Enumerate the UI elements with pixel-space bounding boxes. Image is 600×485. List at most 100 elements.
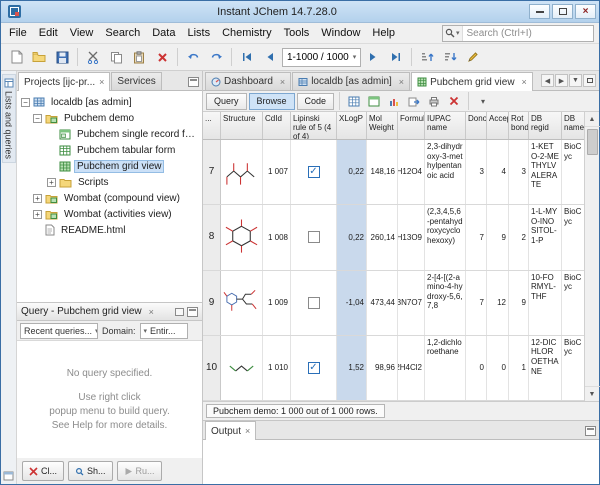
float-panel-icon[interactable] — [175, 308, 184, 316]
save-all-icon[interactable] — [51, 46, 73, 68]
menu-data[interactable]: Data — [146, 24, 181, 42]
tree-item-pubchem-single-record-form[interactable]: Pubchem single record form — [17, 126, 202, 142]
tab-close-icon[interactable]: × — [280, 77, 285, 87]
expand-icon[interactable]: + — [33, 210, 42, 219]
maximize-button[interactable] — [552, 4, 573, 19]
donors-cell[interactable]: 0 — [466, 336, 487, 400]
tree-item-pubchem-demo[interactable]: − Pubchem demo — [17, 110, 202, 126]
minimize-panel-icon[interactable] — [188, 77, 199, 87]
new-file-icon[interactable] — [5, 46, 27, 68]
lipinski-cell[interactable]: ✓ — [291, 336, 337, 400]
db-regid-cell[interactable]: 1-KETO-2-METHYLVALERATE — [529, 140, 562, 204]
menu-search[interactable]: Search — [99, 24, 146, 42]
record-range-dropdown-icon[interactable]: ▾ — [353, 53, 357, 61]
structure-cell[interactable] — [221, 336, 263, 400]
tab-list-dropdown-icon[interactable]: ▼ — [569, 74, 582, 87]
menu-view[interactable]: View — [64, 24, 100, 42]
column-header-rot-bonds[interactable]: Rot bonds — [509, 112, 529, 139]
first-record-icon[interactable] — [236, 46, 258, 68]
expand-icon[interactable]: + — [33, 194, 42, 203]
acceptors-cell[interactable]: 0 — [487, 336, 509, 400]
last-record-icon[interactable] — [385, 46, 407, 68]
tab-pubchem-grid-view[interactable]: Pubchem grid view × — [411, 72, 533, 91]
cut-icon[interactable] — [82, 46, 104, 68]
lipinski-cell[interactable]: ✓ — [291, 140, 337, 204]
db-name-cell[interactable]: BioCyc — [562, 140, 584, 204]
xlogp-cell[interactable]: 0,22 — [337, 205, 367, 269]
column-header-mol-weight[interactable]: Mol Weight — [367, 112, 398, 139]
db-name-cell[interactable]: BioCyc — [562, 336, 584, 400]
tree-item-wombat-activities-view[interactable]: + Wombat (activities view) — [17, 206, 202, 222]
record-range-combobox[interactable]: 1-1000 / 1000 ▾ — [282, 48, 361, 67]
lipinski-cell[interactable] — [291, 271, 337, 335]
column-header-db-name[interactable]: DB name — [562, 112, 584, 139]
tab-close-icon[interactable]: × — [399, 77, 404, 87]
donors-cell[interactable]: 7 — [466, 271, 487, 335]
rot-bonds-cell[interactable]: 2 — [509, 205, 529, 269]
tab-close-icon[interactable]: × — [522, 77, 527, 87]
search-scope-dropdown-icon[interactable]: ▾ — [456, 29, 460, 37]
cdid-cell[interactable]: 1 009 — [263, 271, 291, 335]
acceptors-cell[interactable]: 9 — [487, 205, 509, 269]
tree-item-wombat-compound-view[interactable]: + Wombat (compound view) — [17, 190, 202, 206]
expand-icon[interactable]: + — [47, 178, 56, 187]
mol-weight-cell[interactable]: 260,14 — [367, 205, 398, 269]
iupac-name-cell[interactable]: 2,3-dihydroxy-3-methylpentanoic acid — [425, 140, 466, 204]
db-regid-cell[interactable]: 10-FORMYL-THF — [529, 271, 562, 335]
print-icon[interactable] — [425, 93, 443, 110]
row-number[interactable]: 10 — [203, 336, 221, 400]
tab-projects[interactable]: Projects [ijc-pr... × — [18, 72, 110, 91]
column-header-lipinski[interactable]: Lipinski rule of 5 (4 of 4) — [291, 112, 337, 139]
code-mode-button[interactable]: Code — [297, 93, 335, 110]
close-button[interactable]: × — [575, 4, 596, 19]
iupac-name-cell[interactable]: 2-[4-[(2-amino-4-hydroxy-5,6,7,8 — [425, 271, 466, 335]
vertical-scrollbar[interactable]: ▲ ▼ — [584, 112, 599, 401]
previous-record-icon[interactable] — [259, 46, 281, 68]
export-icon[interactable] — [405, 93, 423, 110]
mol-weight-cell[interactable]: 98,96 — [367, 336, 398, 400]
tab-output[interactable]: Output × — [205, 421, 256, 440]
lipinski-cell[interactable] — [291, 205, 337, 269]
output-console[interactable] — [203, 440, 599, 484]
scroll-down-icon[interactable]: ▼ — [585, 386, 600, 401]
search-icon[interactable]: ▾ — [443, 26, 463, 41]
query-panel-close-icon[interactable]: × — [149, 307, 154, 317]
rot-bonds-cell[interactable]: 9 — [509, 271, 529, 335]
open-project-icon[interactable] — [28, 46, 50, 68]
delete-rows-icon[interactable] — [445, 93, 463, 110]
paste-icon[interactable] — [128, 46, 150, 68]
form-widget-icon[interactable] — [365, 93, 383, 110]
iupac-name-cell[interactable]: 1,2-dichloroethane — [425, 336, 466, 400]
tab-close-icon[interactable]: × — [245, 426, 250, 436]
structure-cell[interactable] — [221, 271, 263, 335]
query-panel-header[interactable]: Query - Pubchem grid view × — [17, 303, 202, 321]
tree-item-pubchem-tabular-form[interactable]: Pubchem tabular form — [17, 142, 202, 158]
quick-search-input[interactable]: ▾ Search (Ctrl+I) — [442, 25, 594, 42]
column-header-formula[interactable]: Formul — [398, 112, 425, 139]
acceptors-cell[interactable]: 4 — [487, 140, 509, 204]
menu-lists[interactable]: Lists — [181, 24, 216, 42]
tree-item-scripts[interactable]: + Scripts — [17, 174, 202, 190]
db-regid-cell[interactable]: 1-L-MYO-INOSITOL-1-P — [529, 205, 562, 269]
minimize-button[interactable] — [529, 4, 550, 19]
formula-cell[interactable]: 3N7O7 — [398, 271, 425, 335]
tab-close-icon[interactable]: × — [99, 77, 104, 87]
redo-icon[interactable] — [205, 46, 227, 68]
formula-cell[interactable]: H12O4 — [398, 140, 425, 204]
clear-query-button[interactable]: Cl... — [22, 461, 64, 481]
column-header-iupac-name[interactable]: IUPAC name — [425, 112, 466, 139]
column-header-cdid[interactable]: CdId — [263, 112, 291, 139]
xlogp-cell[interactable]: -1,04 — [337, 271, 367, 335]
recent-queries-dropdown[interactable]: Recent queries... ▾ — [20, 323, 98, 339]
next-record-icon[interactable] — [362, 46, 384, 68]
more-actions-dropdown-icon[interactable]: ▾ — [474, 93, 492, 110]
donors-cell[interactable]: 7 — [466, 205, 487, 269]
lipinski-checkbox[interactable] — [308, 231, 320, 243]
menu-file[interactable]: File — [3, 24, 33, 42]
tab-localdb[interactable]: localdb [as admin] × — [292, 72, 410, 90]
mol-weight-cell[interactable]: 148,16 — [367, 140, 398, 204]
tree-item-pubchem-grid-view[interactable]: Pubchem grid view — [17, 158, 202, 174]
column-header-xlogp[interactable]: XLogP — [337, 112, 367, 139]
cdid-cell[interactable]: 1 007 — [263, 140, 291, 204]
menu-edit[interactable]: Edit — [33, 24, 64, 42]
